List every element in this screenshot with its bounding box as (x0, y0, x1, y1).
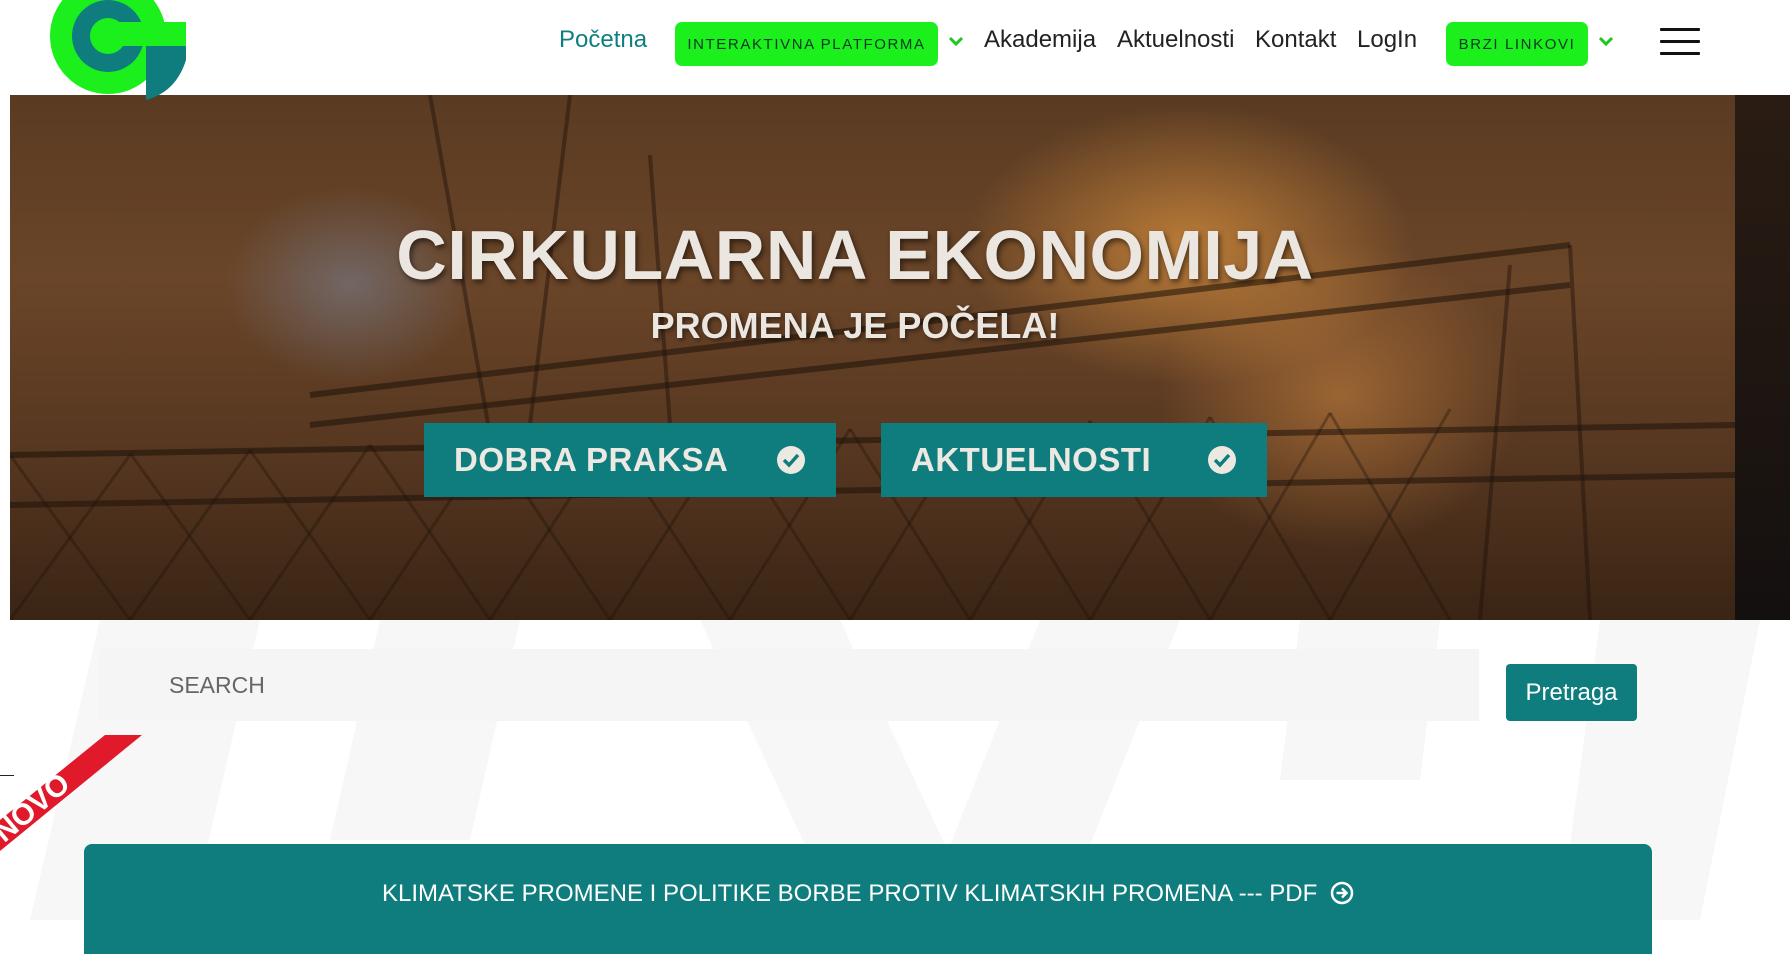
hero-title: CIRKULARNA EKONOMIJA (396, 216, 1314, 294)
search-input[interactable] (99, 649, 1479, 721)
interactive-platform-button[interactable]: INTERAKTIVNA PLATFORMA (675, 22, 938, 66)
news-button[interactable]: AKTUELNOSTI (881, 423, 1267, 497)
new-ribbon-label: NOVO (0, 767, 76, 849)
hamburger-menu-icon[interactable] (1660, 28, 1700, 58)
search-button[interactable]: Pretraga (1506, 664, 1637, 721)
nav-news-link[interactable]: Aktuelnosti (1117, 26, 1234, 54)
check-circle-icon (777, 446, 805, 474)
hero-subtitle: PROMENA JE POČELA! (650, 305, 1060, 346)
new-ribbon: NOVO (0, 735, 150, 855)
hero-side-strip (1735, 95, 1790, 620)
news-button-label: AKTUELNOSTI (911, 441, 1152, 478)
site-logo[interactable] (36, 0, 186, 104)
arrow-circle-right-icon (1330, 881, 1354, 905)
good-practice-button[interactable]: DOBRA PRAKSA (424, 423, 836, 497)
check-circle-icon (1208, 446, 1236, 474)
industrial-crane-silhouette (10, 95, 1735, 620)
main-nav: Početna INTERAKTIVNA PLATFORMA Akademija… (0, 0, 1790, 86)
chevron-down-icon[interactable] (1597, 32, 1615, 50)
quick-links-button[interactable]: BRZI LINKOVI (1446, 22, 1588, 66)
nav-login-link[interactable]: LogIn (1357, 26, 1417, 54)
chevron-down-icon[interactable] (947, 32, 965, 50)
good-practice-label: DOBRA PRAKSA (454, 441, 729, 478)
hero-banner: CIRKULARNA EKONOMIJA PROMENA JE POČELA! … (10, 95, 1735, 620)
site-header: Početna INTERAKTIVNA PLATFORMA Akademija… (0, 0, 1790, 100)
nav-contact-link[interactable]: Kontakt (1255, 26, 1336, 54)
nav-academy-link[interactable]: Akademija (984, 26, 1096, 54)
climate-pdf-label: KLIMATSKE PROMENE I POLITIKE BORBE PROTI… (382, 880, 1318, 907)
nav-home-link[interactable]: Početna (559, 26, 647, 54)
